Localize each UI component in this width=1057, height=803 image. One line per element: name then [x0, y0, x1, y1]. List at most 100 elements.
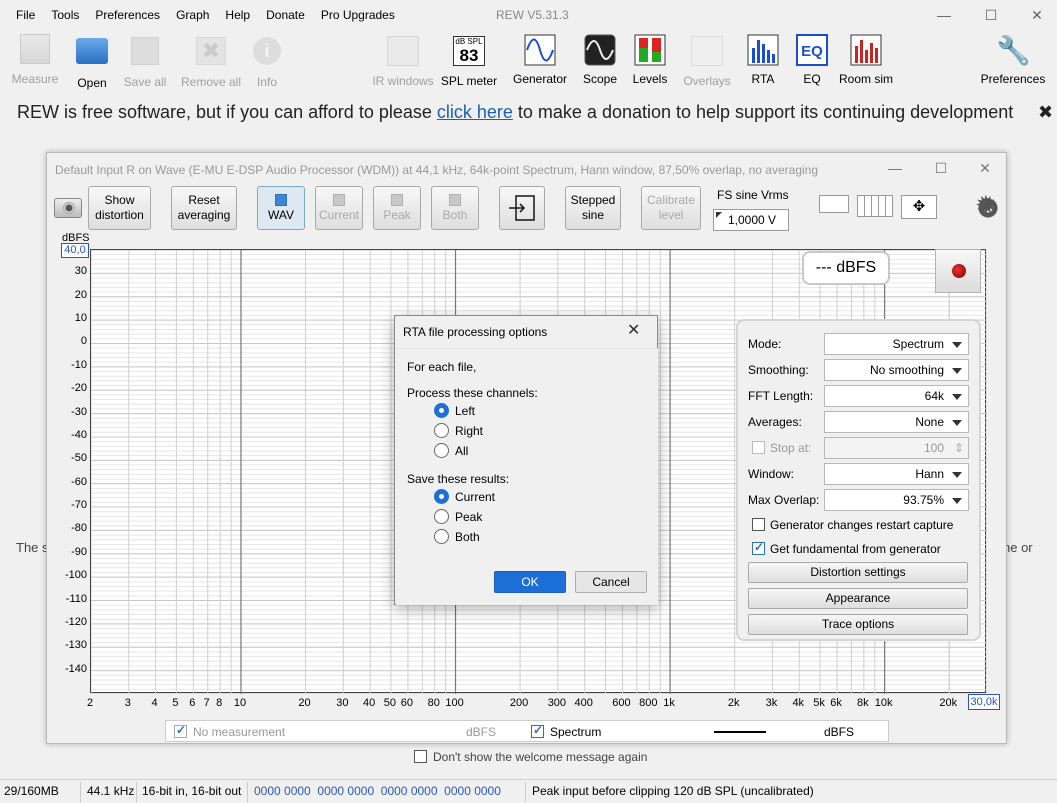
record-button[interactable]: [935, 249, 981, 293]
menu-help[interactable]: Help: [217, 0, 258, 30]
rta-maximize-icon[interactable]: ☐: [931, 159, 951, 177]
rta-window-title: Default Input R on Wave (E-MU E-DSP Audi…: [55, 163, 819, 177]
stop-at-checkbox[interactable]: [752, 441, 765, 454]
toolbar-label: Info: [256, 75, 277, 89]
stop-at-field[interactable]: 100: [824, 437, 969, 459]
averages-label: Averages:: [748, 415, 802, 429]
calibrate-level-button[interactable]: Calibrate level: [641, 186, 701, 230]
info-icon: i: [250, 37, 284, 71]
disk-icon: [333, 193, 345, 206]
preferences-button[interactable]: 🔧 Preferences: [978, 34, 1048, 90]
rta-close-icon[interactable]: ✕: [975, 159, 995, 177]
menu-graph[interactable]: Graph: [168, 0, 217, 30]
spl-meter-button[interactable]: dB SPL 83 SPL meter: [434, 34, 504, 90]
room-sim-button[interactable]: Room sim: [831, 34, 901, 90]
ir-windows-button[interactable]: IR windows: [368, 34, 438, 90]
close-icon[interactable]: ✕: [1027, 6, 1047, 24]
camera-icon[interactable]: [54, 198, 82, 218]
show-distortion-button[interactable]: Show distortion: [88, 186, 151, 230]
remove-icon: ✖: [194, 37, 228, 71]
both-button[interactable]: Both: [431, 186, 479, 230]
y-tick-label: -70: [71, 499, 87, 512]
fs-sine-field[interactable]: 1,0000 V: [713, 209, 789, 231]
max-overlap-select[interactable]: 93.75%: [824, 489, 969, 511]
result-peak-radio[interactable]: [434, 509, 449, 524]
export-button[interactable]: [499, 186, 545, 230]
donation-link[interactable]: click here: [437, 102, 513, 122]
current-button[interactable]: Current: [315, 186, 363, 230]
eq-icon: EQ: [795, 34, 829, 68]
menu-file[interactable]: File: [0, 0, 43, 30]
appearance-button[interactable]: Appearance: [748, 588, 968, 609]
x-tick-label: 3: [124, 697, 131, 709]
channel-right-radio[interactable]: [434, 423, 449, 438]
y-tick-label: -20: [71, 382, 87, 395]
channel-right-label: Right: [455, 424, 484, 438]
trace-options-button[interactable]: Trace options: [748, 614, 968, 635]
dialog-close-icon[interactable]: ✕: [627, 320, 640, 340]
rta-control-panel: Mode: Spectrum Smoothing: No smoothing F…: [736, 319, 981, 641]
toolbar-label: IR windows: [372, 74, 434, 88]
settings-gear-icon[interactable]: [975, 190, 999, 221]
menu-tools[interactable]: Tools: [43, 0, 87, 30]
channel-left-radio[interactable]: [434, 403, 449, 418]
x-tick-label: 2k: [727, 697, 740, 709]
result-current-radio[interactable]: [434, 489, 449, 504]
result-both-label: Both: [455, 530, 480, 544]
wav-button[interactable]: WAV: [257, 186, 305, 230]
rta-minimize-icon[interactable]: —: [885, 159, 905, 177]
minimize-icon[interactable]: —: [934, 6, 954, 24]
folder-icon: [275, 193, 287, 206]
menu-pro-upgrades[interactable]: Pro Upgrades: [313, 0, 403, 30]
result-both-radio[interactable]: [434, 529, 449, 544]
no-measurement-label: No measurement: [193, 725, 286, 739]
toolbar-label: Room sim: [838, 72, 893, 86]
app-title: REW V5.31.3: [496, 8, 569, 22]
spl-icon-unit: dB SPL: [455, 37, 483, 46]
fundamental-checkbox[interactable]: [752, 540, 765, 555]
fit-graph-icon[interactable]: ✥: [901, 195, 937, 219]
layout-single-icon[interactable]: [819, 195, 849, 213]
generator-restart-checkbox[interactable]: [752, 518, 765, 531]
disk-icon: [391, 193, 403, 206]
disk-icon: [449, 193, 461, 206]
fft-length-select[interactable]: 64k: [824, 385, 969, 407]
x-tick-label: 1k: [663, 697, 675, 709]
peak-button[interactable]: Peak: [373, 186, 421, 230]
donation-close-icon[interactable]: ✖: [1038, 102, 1053, 123]
y-tick-label: -40: [71, 428, 87, 441]
donation-text-before: REW is free software, but if you can aff…: [17, 102, 437, 122]
spectrum-label: Spectrum: [550, 725, 602, 739]
save-all-button[interactable]: Save all: [110, 34, 180, 90]
x-axis-end-value[interactable]: 30,0k: [968, 694, 1000, 710]
y-tick-label: 30: [74, 265, 87, 278]
layout-columns-icon[interactable]: [857, 195, 893, 217]
reset-averaging-button[interactable]: Reset averaging: [171, 186, 237, 230]
menu-preferences[interactable]: Preferences: [87, 0, 168, 30]
stepped-sine-button[interactable]: Stepped sine: [565, 186, 621, 230]
distortion-settings-button[interactable]: Distortion settings: [748, 562, 968, 583]
ok-button[interactable]: OK: [494, 571, 566, 593]
main-toolbar: Measure Open Save all ✖ Remove all i Info IR wi…: [0, 30, 1057, 92]
no-measurement-checkbox[interactable]: [174, 723, 187, 738]
welcome-checkbox[interactable]: [414, 750, 427, 763]
y-axis-top-value[interactable]: 40,0: [61, 243, 89, 258]
averages-select[interactable]: None: [824, 411, 969, 433]
window-select[interactable]: Hann: [824, 463, 969, 485]
result-current-label: Current: [455, 490, 496, 504]
memory-status[interactable]: 29/160MB: [4, 784, 59, 798]
trace-legend: No measurement dBFS Spectrum dBFS: [165, 720, 889, 742]
channel-left-label: Left: [455, 404, 476, 418]
mode-select[interactable]: Spectrum: [824, 333, 969, 355]
maximize-icon[interactable]: ☐: [981, 6, 1001, 24]
current-label: Current: [318, 207, 359, 222]
smoothing-select[interactable]: No smoothing: [824, 359, 969, 381]
info-button[interactable]: i Info: [232, 34, 302, 90]
spectrum-checkbox[interactable]: [531, 723, 544, 738]
menu-donate[interactable]: Donate: [258, 0, 313, 30]
channel-all-radio[interactable]: [434, 443, 449, 458]
background-text-left: The s: [16, 540, 49, 555]
cancel-button[interactable]: Cancel: [575, 571, 647, 593]
donation-text-after: to make a donation to help support its c…: [512, 102, 1014, 122]
donation-banner: REW is free software, but if you can aff…: [17, 102, 1013, 123]
